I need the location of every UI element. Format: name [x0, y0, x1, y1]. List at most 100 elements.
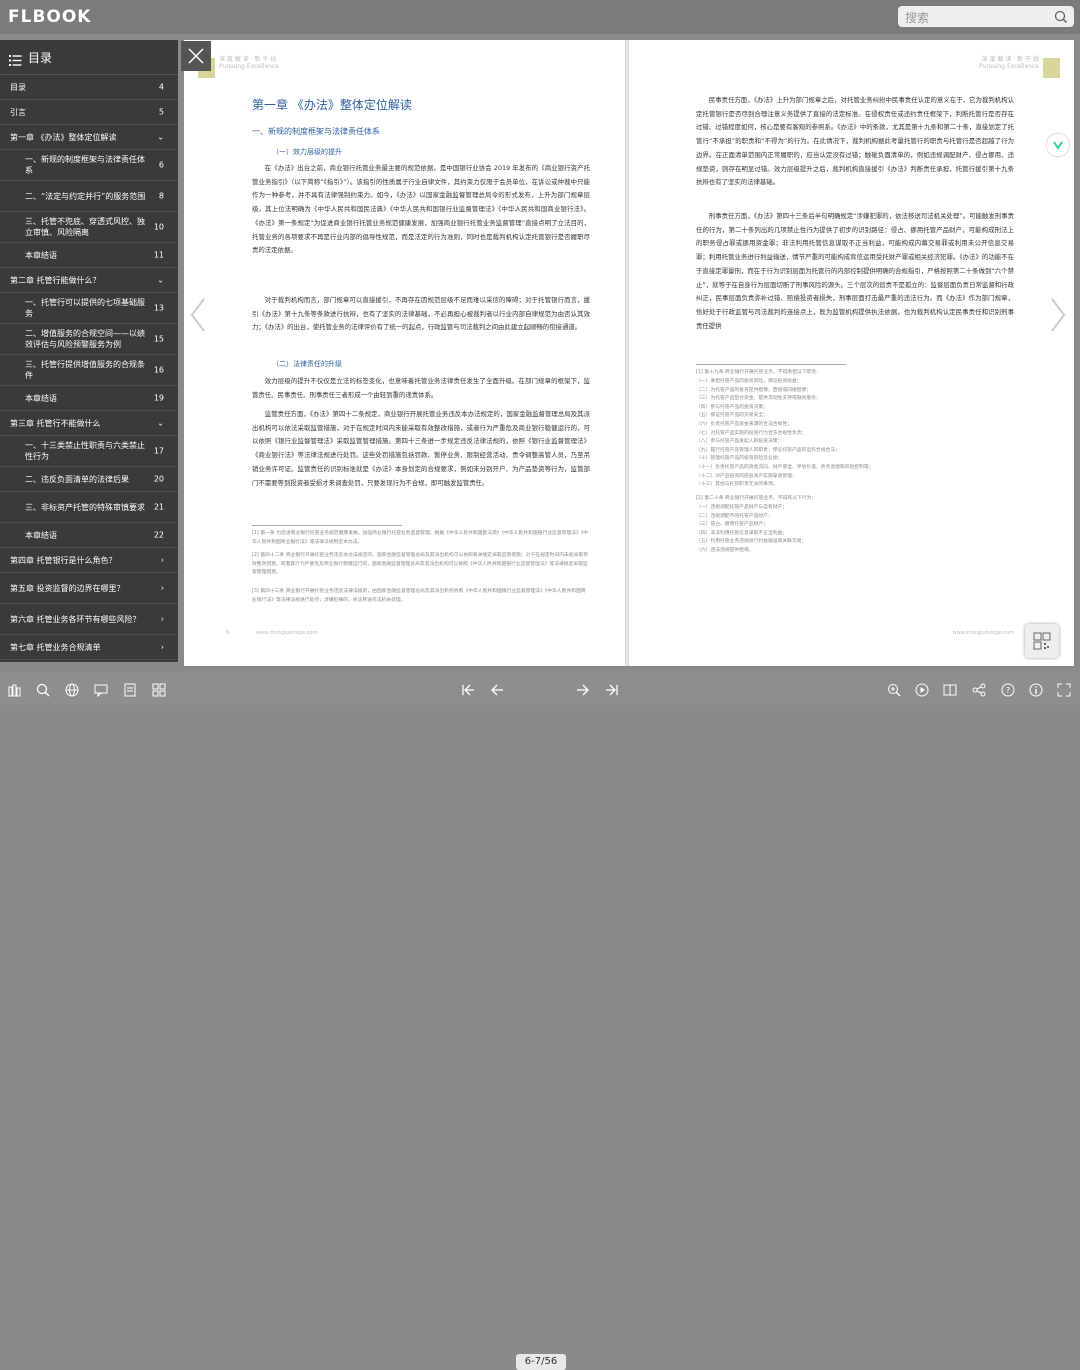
toc-item[interactable]: 本章结语 22	[0, 523, 178, 548]
toc-item[interactable]: 一、十三类禁止性职责与六类禁止性行为 17	[0, 436, 178, 467]
toc-item-page: 4	[158, 82, 164, 92]
toc-item[interactable]: 一、托管行可以提供的七项基础服务 13	[0, 293, 178, 324]
toc-item-page: 20	[153, 474, 164, 484]
toc-item[interactable]: 第二章 托管行能做什么？ ⌄	[0, 268, 178, 293]
fullscreen-icon[interactable]	[1056, 682, 1072, 698]
toc-item-label: 引言	[10, 107, 26, 117]
toc-item[interactable]: 本章结语 11	[0, 243, 178, 268]
toc-item[interactable]: 引言 5	[0, 100, 178, 125]
footnote-item: （一）违规调配托管产品财产与自有财产；	[696, 505, 788, 510]
assistant-badge-icon[interactable]	[1046, 133, 1070, 157]
footnote: [1] 第一条 为促进商业银行托管业务规范健康发展，加强商业银行托管业务监督管理…	[252, 531, 589, 545]
toc-item-page: ›	[160, 583, 164, 593]
toc-item-page: ⌄	[157, 275, 164, 285]
toc-item-page: 16	[153, 365, 164, 375]
search-box[interactable]: 搜索	[898, 6, 1074, 27]
help-icon[interactable]: ?	[1000, 682, 1016, 698]
toc-item[interactable]: 一、新规的制度框架与法律责任体系 6	[0, 150, 178, 181]
toc-item[interactable]: 第七章 托管业务合规清单 ›	[0, 635, 178, 660]
zoom-in-icon[interactable]	[886, 682, 902, 698]
thumbnails-icon[interactable]	[151, 682, 167, 698]
toc-item[interactable]: 二、“法定与约定并行”的服务范围 8	[0, 181, 178, 212]
prev-page-icon[interactable]	[489, 682, 505, 698]
book-spread: 深 度 解 读 · 新 干 线 Pursuing Excellence 第一章 《…	[184, 40, 1074, 666]
toc-item-label: 三、非标资产托管的特殊审慎要求	[25, 502, 145, 512]
toc-item-label: 一、托管行可以提供的七项基础服务	[25, 298, 145, 318]
footnote-rule	[696, 364, 846, 365]
toc-item-page: ›	[160, 642, 164, 652]
autoplay-icon[interactable]	[914, 682, 930, 698]
document-icon[interactable]	[122, 682, 138, 698]
page-footer: www.zhonglubridge.com	[952, 630, 1014, 636]
next-page-arrow[interactable]	[1048, 295, 1068, 335]
toc-item[interactable]: 第一章 《办法》整体定位解读 ⌄	[0, 125, 178, 150]
close-icon	[188, 48, 204, 64]
toc-item[interactable]: 二、增值服务的合规空间——以绩效评估与风险预警服务为例 15	[0, 324, 178, 355]
toc-item[interactable]: 三、托管不兜底、穿透式风控、独立审慎、风险隔离 10	[0, 212, 178, 243]
app-logo: FLBOOK	[8, 7, 92, 27]
chevron-right-icon	[1051, 298, 1066, 332]
toc-item[interactable]: 第三章 托管行不能做什么 ⌄	[0, 411, 178, 436]
footnote-item: （二）为托管产品的投资提供担保，直接或间接担保；	[696, 387, 812, 393]
toc-item[interactable]: 二、违反负面清单的法律后果 20	[0, 467, 178, 492]
paragraph: 对于裁判机构而言，部门规章可以直接援引，不再存在因规范层级不足而难以采信的障碍；…	[252, 296, 590, 332]
footnote: [2] 第四十二条 商业银行开展托管业务违反本办法规定的，国家金融监督管理总局及…	[252, 553, 589, 576]
last-page-icon[interactable]	[604, 682, 620, 698]
search-icon[interactable]	[1054, 9, 1068, 28]
toc-item-page: 6	[158, 160, 164, 170]
toc-item-label: 一、十三类禁止性职责与六类禁止性行为	[25, 441, 145, 461]
toc-item-page: 11	[153, 250, 164, 260]
search-icon[interactable]	[35, 682, 51, 698]
toc-item[interactable]: 三、非标资产托管的特殊审慎要求 21	[0, 492, 178, 523]
toc-header: 目录	[0, 40, 178, 75]
info-icon[interactable]	[1028, 682, 1044, 698]
toc-item-page: ›	[160, 614, 164, 624]
comment-icon[interactable]	[93, 682, 109, 698]
qr-code-button[interactable]	[1025, 624, 1059, 658]
next-page-icon[interactable]	[575, 682, 591, 698]
top-bar: FLBOOK 搜索	[0, 0, 1080, 34]
prev-page-arrow[interactable]	[188, 295, 208, 335]
toc-item-page: 13	[153, 303, 164, 313]
toc-item-page: 22	[153, 530, 164, 540]
paragraph: 民事责任方面，《办法》上升为部门规章之后，对托管业务纠纷中民事责任认定的意义在于…	[696, 96, 1014, 187]
footnote-list: （一）承担托管产品的投资风险，保证投资收益； （二）为托管产品的投资提供担保，直接…	[696, 378, 1014, 490]
first-page-icon[interactable]	[460, 682, 476, 698]
chevron-left-icon	[190, 298, 205, 332]
toc-item-label: 第四章 托管银行是什么角色？	[10, 555, 117, 565]
footnote-item: （六）违法违规提供担保。	[696, 547, 754, 553]
footnote-item: （七）对托管产品实施的投资行为合法合规性负责；	[696, 430, 807, 436]
toc-item-page: 10	[153, 222, 164, 232]
footnote-item: （三）为托管产品垫付资金，提供流动性支持或融资服务；	[696, 396, 821, 402]
toc-item-label: 第五章 投资监督的边界在哪里？	[10, 583, 125, 593]
toc-item[interactable]: 第四章 托管银行是什么角色？ ›	[0, 548, 178, 573]
right-page-header: 深 度 解 读 · 新 干 线 Pursuing Excellence	[979, 56, 1039, 70]
subsection-heading: （二）法律责任的升级	[272, 360, 342, 368]
footnote-item: （四）参与托管产品的投资决策；	[696, 404, 768, 410]
footnote-item: （五）保证托管产品的交易安全；	[696, 413, 768, 419]
toc-item[interactable]: 目录 4	[0, 75, 178, 100]
svg-text:?: ?	[1006, 686, 1010, 695]
left-page-header: 深 度 解 读 · 新 干 线 Pursuing Excellence	[219, 56, 279, 70]
globe-icon[interactable]	[64, 682, 80, 698]
footnote-list: （一）违规调配托管产品财产与自有财产； （二）违规调配不同托管产品财产； （三）侵占…	[696, 504, 1014, 556]
toc-item-page: ›	[160, 555, 164, 565]
toc-item-label: 三、托管不兜底、穿透式风控、独立审慎、风险隔离	[25, 217, 145, 237]
share-icon[interactable]	[971, 682, 987, 698]
bookshelf-icon[interactable]	[7, 682, 23, 698]
footnote-item: （二）违规调配不同托管产品财产；	[696, 513, 773, 519]
close-toc-button[interactable]	[181, 41, 211, 71]
toc-item[interactable]: 第五章 投资监督的边界在哪里？ ›	[0, 573, 178, 604]
paragraph: 在《办法》出台之前，商业银行托管业务最主要的规范依据，是中国银行业协会 2019…	[252, 164, 590, 255]
search-placeholder[interactable]: 搜索	[905, 9, 929, 26]
book-view-icon[interactable]	[942, 682, 958, 698]
toc-item[interactable]: 三、托管行提供增值服务的合规条件 16	[0, 355, 178, 386]
toc-item-label: 第一章 《办法》整体定位解读	[10, 132, 117, 142]
section-heading: 一、新规的制度框架与法律责任体系	[252, 127, 380, 136]
paragraph: 监管责任方面，《办法》第四十二条规定，商业银行开展托管业务违反本办法规定的，国家…	[252, 410, 590, 487]
toc-item[interactable]: 本章结语 19	[0, 386, 178, 411]
page-indicator[interactable]: 6-7/56	[516, 1354, 566, 1370]
chapter-title: 第一章 《办法》整体定位解读	[252, 98, 412, 112]
toc-item[interactable]: 第六章 托管业务各环节有哪些风险？ ›	[0, 604, 178, 635]
subsection-heading: （一）效力层级的提升	[272, 148, 342, 156]
